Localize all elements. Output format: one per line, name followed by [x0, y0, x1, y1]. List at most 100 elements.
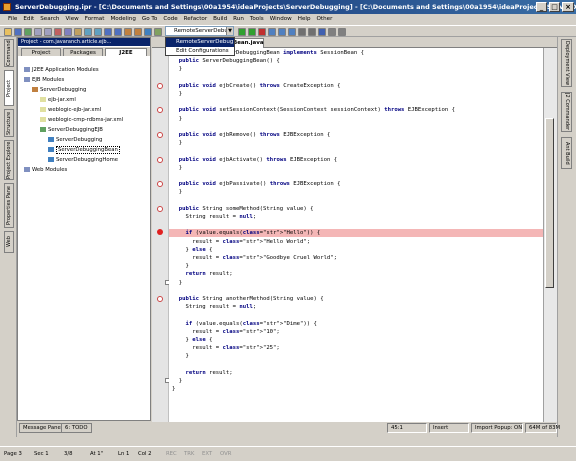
- insert-mode[interactable]: Insert: [429, 423, 469, 433]
- code-line[interactable]: [169, 147, 543, 155]
- code-line[interactable]: } else {: [169, 336, 543, 344]
- tool-tab-project-explorer[interactable]: Project Explorer: [4, 140, 14, 180]
- menu-help[interactable]: Help: [295, 14, 314, 25]
- menu-modeling[interactable]: Modeling: [107, 14, 138, 25]
- code-line[interactable]: if (value.equals(class="str">"Dime")) {: [169, 320, 543, 328]
- step-over-icon[interactable]: [268, 28, 276, 36]
- debug-icon[interactable]: [248, 28, 256, 36]
- back-icon[interactable]: [104, 28, 112, 36]
- breakpoint-icon[interactable]: [157, 229, 163, 236]
- editor-tab[interactable]: Bean.java: [232, 38, 264, 48]
- code-line[interactable]: [169, 197, 543, 205]
- code-line[interactable]: } else {: [169, 246, 543, 254]
- tool-tab-commander[interactable]: Commander: [4, 39, 14, 67]
- menu-run[interactable]: Run: [230, 14, 247, 25]
- run-config-select[interactable]: RemoteServerDebug: [165, 26, 234, 36]
- override-marker-icon[interactable]: [157, 82, 163, 89]
- code-line[interactable]: }: [169, 385, 543, 393]
- import-popup-status[interactable]: Import Popup: ON: [471, 423, 523, 433]
- tab-packages[interactable]: Packages: [63, 48, 103, 56]
- redo-icon[interactable]: [44, 28, 52, 36]
- override-marker-icon[interactable]: [157, 132, 163, 138]
- tree-node[interactable]: weblogic-ejb-jar.xml: [40, 106, 101, 114]
- override-marker-icon[interactable]: [157, 156, 163, 163]
- code-line[interactable]: result = class="str">"Goodbye Cruel Worl…: [169, 254, 543, 262]
- tab-j2ee[interactable]: J2EE: [105, 48, 147, 56]
- code-line[interactable]: }: [169, 377, 543, 385]
- code-line[interactable]: [169, 361, 543, 369]
- undo-icon[interactable]: [34, 28, 42, 36]
- save-icon[interactable]: [14, 28, 22, 36]
- override-marker-icon[interactable]: [157, 205, 163, 212]
- code-line[interactable]: }: [169, 188, 543, 196]
- code-line[interactable]: public void ejbPassivate() throws EJBExc…: [169, 180, 543, 188]
- zoom-in-icon[interactable]: [298, 28, 306, 36]
- code-line[interactable]: public void ejbRemove() throws EJBExcept…: [169, 131, 543, 139]
- menu-tools[interactable]: Tools: [247, 14, 267, 25]
- code-editor[interactable]: public class ServerDebuggingBean impleme…: [169, 48, 543, 426]
- menu-window[interactable]: Window: [267, 14, 295, 25]
- scrollbar-thumb[interactable]: [545, 118, 554, 288]
- minimize-button[interactable]: _: [536, 2, 547, 12]
- menu-format[interactable]: Format: [82, 14, 108, 25]
- menu-edit[interactable]: Edit: [20, 14, 37, 25]
- open-icon[interactable]: [4, 28, 12, 36]
- code-line[interactable]: if (value.equals(class="str">"Hello")) {: [169, 229, 543, 238]
- menu-build[interactable]: Build: [210, 14, 230, 25]
- code-line[interactable]: result = class="str">"Hello World";: [169, 238, 543, 246]
- sync-icon[interactable]: [24, 28, 32, 36]
- tool-tab-web[interactable]: Web: [4, 231, 14, 253]
- tool-tab-ant-build[interactable]: Ant Build: [561, 137, 572, 169]
- forward-icon[interactable]: [114, 28, 122, 36]
- tree-node[interactable]: Web Modules: [24, 166, 67, 174]
- code-line[interactable]: [169, 123, 543, 131]
- code-line[interactable]: }: [169, 262, 543, 270]
- override-marker-icon[interactable]: [157, 181, 163, 188]
- structure-icon[interactable]: [154, 28, 162, 36]
- code-line[interactable]: [169, 172, 543, 180]
- make-icon[interactable]: [134, 28, 142, 36]
- code-line[interactable]: return result;: [169, 369, 543, 377]
- menu-refactor[interactable]: Refactor: [181, 14, 210, 25]
- tab-todo[interactable]: 6: TODO: [61, 423, 92, 433]
- tree-node[interactable]: ServerDebuggingBean: [48, 146, 120, 154]
- find-icon[interactable]: [84, 28, 92, 36]
- code-line[interactable]: public void setSessionContext(SessionCon…: [169, 106, 543, 114]
- tool-tab-properties-pane[interactable]: Properties Pane: [4, 183, 14, 228]
- code-line[interactable]: }: [169, 115, 543, 123]
- code-line[interactable]: [169, 287, 543, 295]
- code-line[interactable]: public ServerDebuggingBean() {: [169, 57, 543, 65]
- maximize-button[interactable]: □: [549, 2, 560, 12]
- replace-icon[interactable]: [94, 28, 102, 36]
- menu-search[interactable]: Search: [37, 14, 62, 25]
- tool-tab-deployment-view[interactable]: Deployment View: [561, 39, 572, 87]
- bookmark-icon[interactable]: [144, 28, 152, 36]
- code-line[interactable]: result = class="str">"10";: [169, 328, 543, 336]
- code-line[interactable]: }: [169, 90, 543, 98]
- code-line[interactable]: }: [169, 279, 543, 287]
- code-line[interactable]: [169, 74, 543, 82]
- code-line[interactable]: return result;: [169, 270, 543, 278]
- code-line[interactable]: public void ejbActivate() throws EJBExce…: [169, 156, 543, 164]
- paste-icon[interactable]: [74, 28, 82, 36]
- menu-code[interactable]: Code: [160, 14, 180, 25]
- code-line[interactable]: }: [169, 65, 543, 73]
- dropdown-item-remote-server-debug[interactable]: RemoteServerDebug: [166, 38, 234, 47]
- vertical-scrollbar[interactable]: [543, 48, 555, 426]
- code-line[interactable]: public String someMethod(String value) {: [169, 205, 543, 213]
- menu-other[interactable]: Other: [314, 14, 336, 25]
- tool-tab-structure[interactable]: Structure: [4, 109, 14, 137]
- menu-file[interactable]: File: [5, 14, 20, 25]
- compare-icon[interactable]: [338, 28, 346, 36]
- tab-message-pane[interactable]: Message Pane: [19, 423, 65, 433]
- menu-go-to[interactable]: Go To: [139, 14, 160, 25]
- run-icon[interactable]: [238, 28, 246, 36]
- tree-node[interactable]: weblogic-cmp-rdbms-jar.xml: [40, 116, 123, 124]
- tree-node[interactable]: J2EE Application Modules: [24, 66, 99, 74]
- copy-icon[interactable]: [64, 28, 72, 36]
- step-into-icon[interactable]: [278, 28, 286, 36]
- memory-indicator[interactable]: 64M of 83M: [525, 423, 560, 433]
- tool-tab-project[interactable]: Project: [4, 70, 14, 106]
- tree-node[interactable]: ejb-jar.xml: [40, 96, 76, 104]
- code-line[interactable]: [169, 98, 543, 106]
